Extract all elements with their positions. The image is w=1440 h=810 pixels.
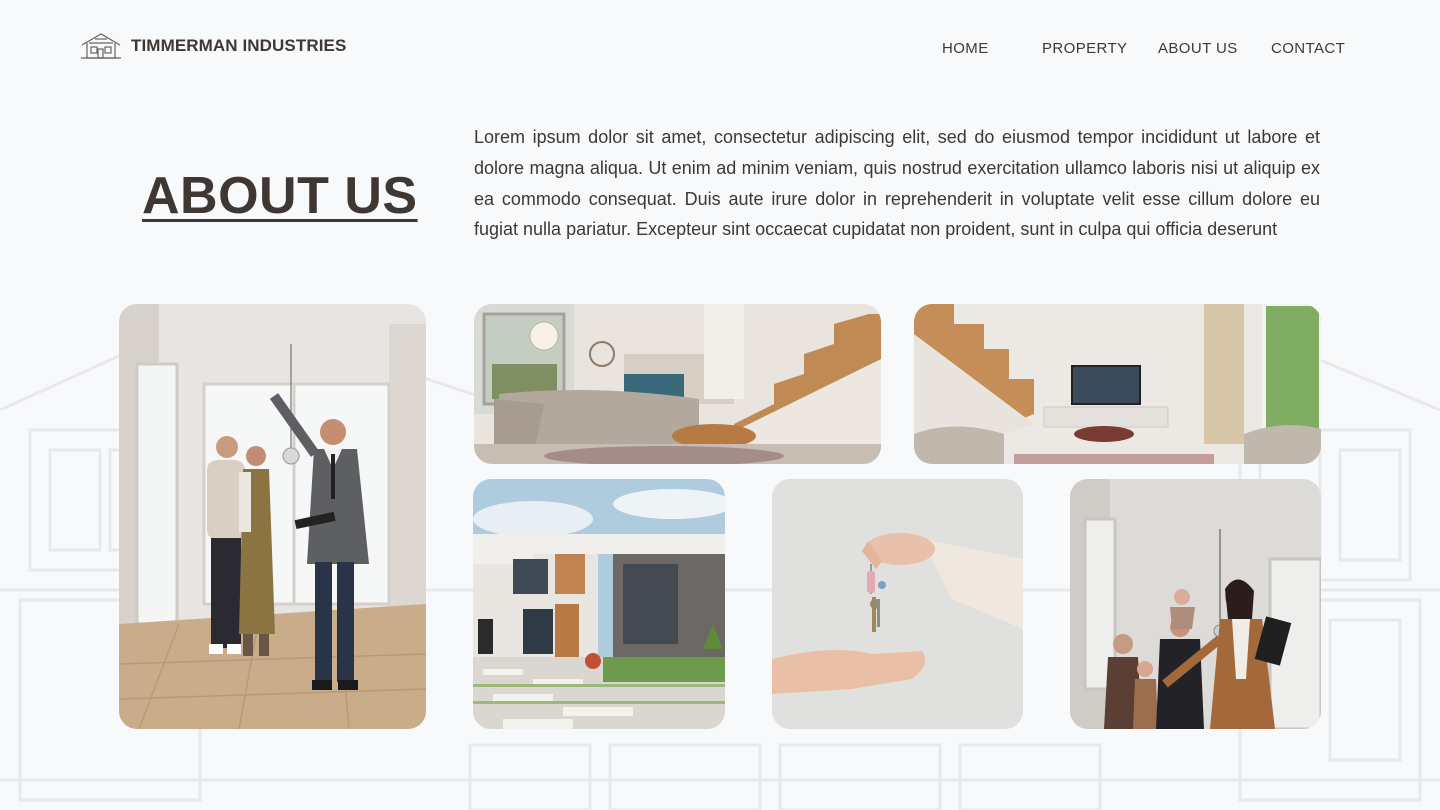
photo-handing-keys	[772, 479, 1023, 729]
site-header: TIMMERMAN INDUSTRIES HOME PROPERTY ABOUT…	[0, 0, 1440, 96]
photo-modern-house-exterior	[473, 479, 725, 729]
page-title: ABOUT US	[142, 167, 418, 225]
about-paragraph: Lorem ipsum dolor sit amet, consectetur …	[474, 127, 1320, 240]
main-nav: HOME PROPERTY ABOUT US CONTACT	[0, 40, 1440, 60]
nav-home[interactable]: HOME	[942, 40, 989, 57]
nav-property[interactable]: PROPERTY	[1042, 40, 1127, 57]
photo-living-room-staircase	[474, 304, 881, 464]
photo-family-with-agent	[1070, 479, 1321, 729]
nav-contact[interactable]: CONTACT	[1271, 40, 1345, 57]
nav-about-us[interactable]: ABOUT US	[1158, 40, 1238, 57]
photo-living-room-tv	[914, 304, 1321, 464]
photo-agent-with-couple	[119, 304, 426, 729]
